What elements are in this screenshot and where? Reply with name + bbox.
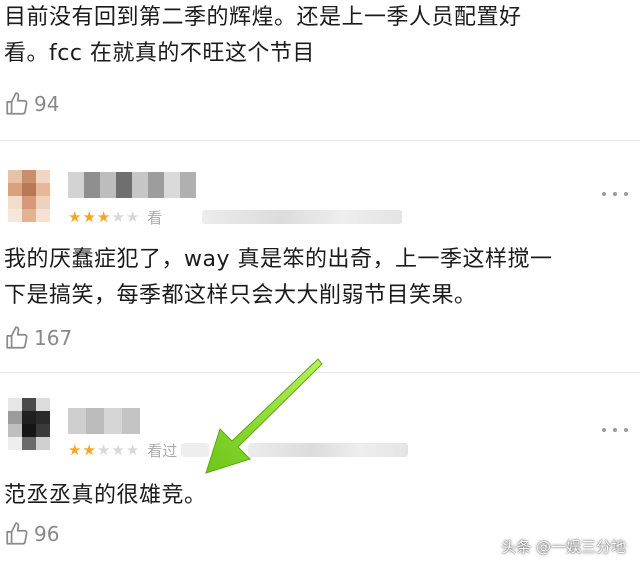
comment-2-text: 我的厌蠢症犯了，way 真是笨的出奇，上一季这样搅一 下是搞笑，每季都这样只会大… [4,247,553,308]
comment-3-like-button[interactable]: 96 [4,520,59,548]
comment-2-like-count: 167 [34,326,73,350]
comment-1-text: 目前没有回到第二季的辉煌。还是上一季人员配置好 看。fcc 在就真的不旺这个节目 [4,5,522,66]
meta-blurred [202,210,403,224]
more-dots-icon[interactable] [602,426,628,434]
username-blurred[interactable] [68,172,196,198]
star-icon: ★ [82,208,96,226]
star-icon: ★ [111,441,125,459]
thumbs-up-icon [6,326,28,349]
more-dots-icon[interactable] [602,190,628,198]
watch-status: 看 [147,208,163,227]
star-icon: ★ [82,441,96,459]
comment-1-like-button[interactable]: 94 [4,90,59,118]
thumbs-up-icon [6,92,28,115]
rating-stars: ★ ★ ★ ★ ★ [68,440,139,460]
username-blurred[interactable] [68,408,140,434]
comment-2-meta: ★ ★ ★ ★ ★ 看 [68,207,403,227]
watermark: 头条 @一娱三分地 [501,538,626,556]
comment-3-text: 范丞丞真的很雄竞。 [4,483,207,508]
green-arrow-annotation [205,358,323,474]
star-icon: ★ [96,441,111,459]
avatar[interactable] [8,170,50,222]
rating-stars: ★ ★ ★ ★ ★ [68,207,139,227]
star-icon: ★ [125,441,140,459]
thumbs-up-icon [6,522,28,545]
star-icon: ★ [125,208,140,226]
watch-status: 看过 [147,441,178,460]
avatar[interactable] [8,398,50,450]
star-icon: ★ [96,208,111,226]
divider [0,140,640,141]
comment-2-like-button[interactable]: 167 [4,324,72,352]
star-icon: ★ [68,441,82,459]
star-icon: ★ [68,208,82,226]
comment-1-like-count: 94 [34,92,60,116]
star-icon: ★ [111,208,125,226]
comment-3-like-count: 96 [34,522,60,546]
